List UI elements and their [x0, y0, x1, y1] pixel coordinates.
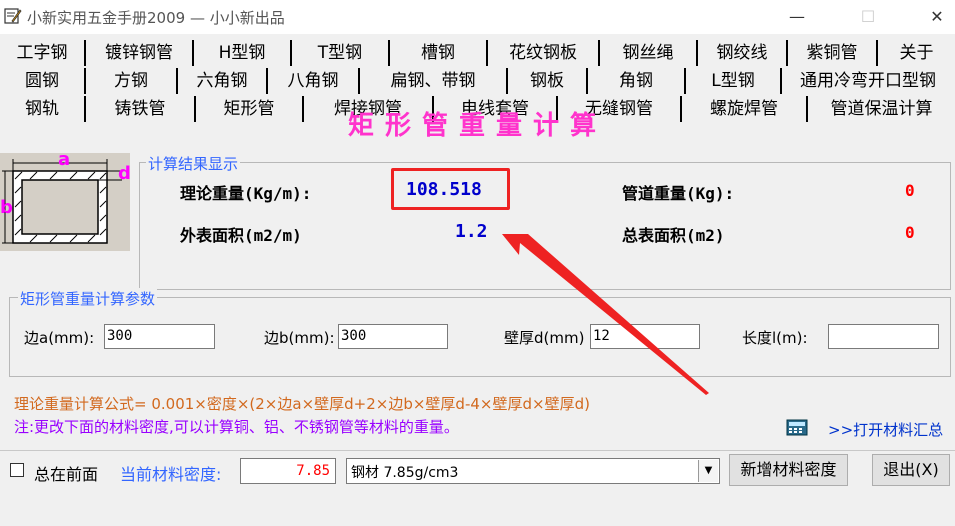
diagram-label-a: a: [58, 149, 71, 170]
tab-l-steel[interactable]: L型钢: [686, 68, 782, 94]
theory-weight-label: 理论重量(Kg/m):: [180, 184, 312, 203]
length-input[interactable]: [828, 324, 939, 349]
tab-steel-plate[interactable]: 钢板: [508, 68, 588, 94]
diagram-label-d: d: [118, 163, 131, 184]
tab-row-2: 圆钢 方钢 六角钢 八角钢 扁钢、带钢 钢板 角钢 L型钢 通用冷弯开口型钢: [0, 68, 955, 94]
tab-square-bar[interactable]: 方钢: [86, 68, 178, 94]
tab-row-1: 工字钢 镀锌钢管 H型钢 T型钢 槽钢 花纹钢板 钢丝绳 钢绞线 紫铜管 关于: [0, 40, 955, 66]
tab-round-bar[interactable]: 圆钢: [0, 68, 86, 94]
exit-button[interactable]: 退出(X): [872, 454, 950, 486]
tab-oct-bar[interactable]: 八角钢: [268, 68, 360, 94]
tab-angle-steel[interactable]: 角钢: [588, 68, 686, 94]
pipe-weight-value: 0: [905, 181, 915, 200]
tab-cold-formed[interactable]: 通用冷弯开口型钢: [782, 68, 954, 94]
formula-text: 理论重量计算公式= 0.001×密度×(2×边a×壁厚d+2×边b×壁厚d-4×…: [14, 395, 590, 413]
tab-copper-pipe[interactable]: 紫铜管: [788, 40, 878, 66]
tab-galvanized-pipe[interactable]: 镀锌钢管: [86, 40, 194, 66]
app-icon: [4, 8, 22, 24]
side-b-input[interactable]: 300: [338, 324, 448, 349]
tab-wire-rope[interactable]: 钢丝绳: [600, 40, 698, 66]
thickness-input[interactable]: 12: [590, 324, 700, 349]
density-label: 当前材料密度:: [120, 465, 222, 484]
add-density-button[interactable]: 新增材料密度: [729, 454, 848, 486]
diagram-label-b: b: [0, 197, 13, 218]
side-a-input[interactable]: 300: [104, 324, 215, 349]
dropdown-arrow-icon[interactable]: ▼: [698, 460, 718, 482]
calculator-icon[interactable]: [786, 419, 808, 436]
params-legend: 矩形管重量计算参数: [18, 288, 158, 309]
density-input[interactable]: 7.85: [240, 458, 336, 484]
material-select[interactable]: 钢材 7.85g/cm3 ▼: [346, 458, 720, 484]
tab-i-beam[interactable]: 工字钢: [0, 40, 86, 66]
always-on-top-label: 总在前面: [34, 465, 99, 484]
tab-channel[interactable]: 槽钢: [390, 40, 488, 66]
tab-h-beam[interactable]: H型钢: [194, 40, 292, 66]
tab-t-beam[interactable]: T型钢: [292, 40, 390, 66]
surface-area-value: 1.2: [455, 221, 488, 242]
rect-pipe-diagram: a b d: [0, 149, 131, 251]
pipe-weight-label: 管道重量(Kg):: [622, 184, 735, 203]
total-area-label: 总表面积(m2): [622, 226, 725, 245]
surface-area-label: 外表面积(m2/m): [180, 226, 302, 245]
note-text: 注:更改下面的材料密度,可以计算铜、铝、不锈钢管等材料的重量。: [14, 418, 459, 436]
length-label: 长度l(m):: [742, 329, 808, 347]
always-on-top-checkbox[interactable]: [10, 463, 24, 477]
close-button[interactable]: ✕: [917, 4, 955, 30]
title-bar: 小新实用五金手册2009 — 小小新出品 — ☐ ✕: [0, 0, 955, 34]
tab-checker-plate[interactable]: 花纹钢板: [488, 40, 600, 66]
maximize-button[interactable]: ☐: [848, 4, 888, 30]
side-b-label: 边b(mm):: [264, 329, 335, 347]
tab-hex-bar[interactable]: 六角钢: [178, 68, 268, 94]
highlight-box-annotation: [391, 168, 510, 210]
results-legend: 计算结果显示: [146, 153, 241, 174]
side-a-label: 边a(mm):: [24, 329, 95, 347]
tab-about[interactable]: 关于: [878, 40, 955, 66]
total-area-value: 0: [905, 223, 915, 242]
minimize-button[interactable]: —: [777, 4, 817, 30]
open-materials-link[interactable]: >>打开材料汇总: [828, 419, 943, 440]
window-title: 小新实用五金手册2009 — 小小新出品: [27, 9, 285, 27]
tab-flat-steel[interactable]: 扁钢、带钢: [360, 68, 508, 94]
thickness-label: 壁厚d(mm): [504, 329, 585, 347]
material-select-value: 钢材 7.85g/cm3: [351, 465, 459, 481]
tab-strand[interactable]: 钢绞线: [698, 40, 788, 66]
calc-title: 矩形管重量计算: [347, 111, 607, 141]
